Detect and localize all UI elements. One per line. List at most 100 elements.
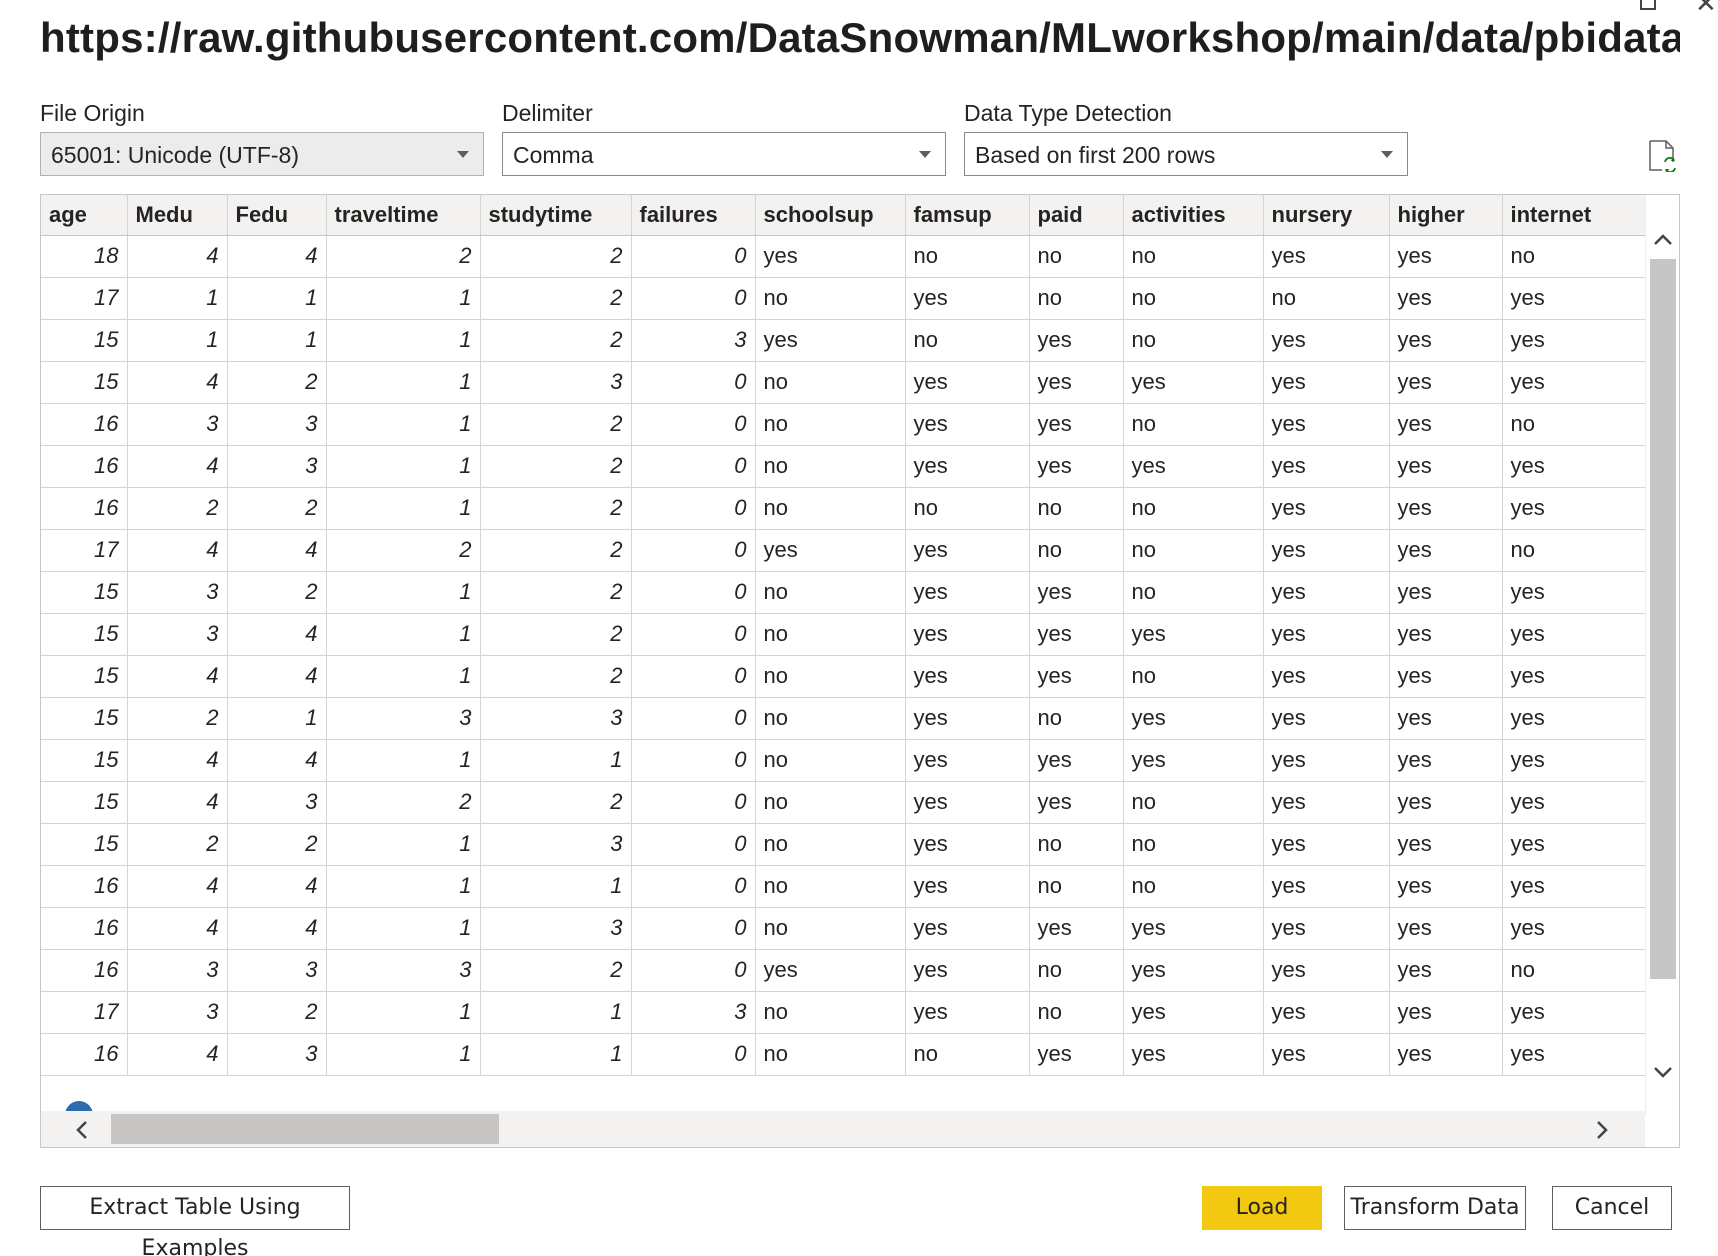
table-cell: 3 [480,907,632,950]
table-cell: yes [1123,907,1264,950]
table-cell: 1 [480,739,632,782]
column-header-schoolsup[interactable]: schoolsup [755,195,906,236]
table-cell: yes [1029,445,1124,488]
extract-table-using-examples-button[interactable]: Extract Table Using Examples [40,1186,350,1256]
cancel-button[interactable]: Cancel [1552,1186,1672,1230]
table-cell: yes [1263,529,1390,572]
table-cell: 0 [631,907,756,950]
chevron-down-icon[interactable] [1652,1061,1674,1083]
table-header-row: age Medu Fedu traveltime studytime failures sc… [41,195,1646,236]
data-type-detection-value: Based on first 200 rows [975,142,1216,168]
table-cell: yes [1389,781,1503,824]
table-cell: 0 [631,529,756,572]
table-cell: 2 [227,991,327,1034]
table-cell: no [905,319,1030,362]
table-cell: yes [1263,823,1390,866]
file-origin-value: 65001: Unicode (UTF-8) [51,142,299,168]
load-button[interactable]: Load [1202,1186,1322,1230]
data-type-detection-dropdown[interactable]: Based on first 200 rows [964,132,1408,176]
column-header-medu[interactable]: Medu [127,195,228,236]
table-cell: yes [1263,445,1390,488]
column-header-fedu[interactable]: Fedu [227,195,327,236]
table-cell: yes [755,235,906,278]
table-cell: yes [1029,781,1124,824]
table-cell: 4 [127,529,228,572]
file-origin-dropdown[interactable]: 65001: Unicode (UTF-8) [40,132,484,176]
table-row: 15 4 3 2 2 0 no yes yes no yes yes yes [41,781,1646,824]
preview-grid[interactable]: age Medu Fedu traveltime studytime failures sc… [40,194,1680,1148]
column-header-failures[interactable]: failures [631,195,756,236]
table-cell: no [1123,571,1264,614]
table-cell: yes [905,361,1030,404]
table-cell: 2 [227,361,327,404]
horizontal-scrollbar[interactable] [41,1111,1645,1147]
table-cell: yes [1123,613,1264,656]
horizontal-scroll-thumb[interactable] [111,1114,499,1144]
vertical-scrollbar[interactable] [1645,195,1679,1115]
table-cell: 1 [326,487,481,530]
table-cell: yes [1123,445,1264,488]
table-cell: 0 [631,949,756,992]
table-cell: no [755,277,906,320]
delimiter-dropdown[interactable]: Comma [502,132,946,176]
table-cell: yes [1263,571,1390,614]
table-cell: 1 [326,403,481,446]
table-cell: yes [1029,1033,1124,1076]
column-header-paid[interactable]: paid [1029,195,1124,236]
table-cell: 3 [227,949,327,992]
table-cell: 1 [227,277,327,320]
table-cell: 2 [480,655,632,698]
column-header-famsup[interactable]: famsup [905,195,1030,236]
table-cell: 1 [480,865,632,908]
column-header-studytime[interactable]: studytime [480,195,632,236]
column-header-age[interactable]: age [41,195,128,236]
vertical-scroll-thumb[interactable] [1650,259,1676,979]
table-cell: yes [1502,445,1646,488]
table-cell: no [755,991,906,1034]
table-cell: 3 [326,697,481,740]
table-row: 16 4 3 1 2 0 no yes yes yes yes yes yes [41,445,1646,488]
column-header-activities[interactable]: activities [1123,195,1264,236]
table-row: 16 3 3 1 2 0 no yes yes no yes yes no [41,403,1646,446]
column-header-internet[interactable]: internet [1502,195,1646,236]
table-cell: 15 [41,613,128,656]
table-cell: 15 [41,781,128,824]
chevron-right-icon[interactable] [1591,1119,1613,1141]
transform-data-button[interactable]: Transform Data [1344,1186,1526,1230]
table-cell: yes [1029,655,1124,698]
table-cell: 0 [631,781,756,824]
table-cell: 0 [631,739,756,782]
table-cell: yes [755,949,906,992]
data-type-detection-label: Data Type Detection [964,100,1172,126]
table-cell: 17 [41,277,128,320]
table-cell: no [755,907,906,950]
table-cell: 1 [326,907,481,950]
chevron-up-icon[interactable] [1652,229,1674,251]
table-cell: 2 [480,277,632,320]
table-cell: 3 [127,991,228,1034]
table-cell: yes [1389,1033,1503,1076]
table-row: 16 4 4 1 3 0 no yes yes yes yes yes yes [41,907,1646,950]
table-cell: 2 [227,571,327,614]
column-header-nursery[interactable]: nursery [1263,195,1390,236]
table-cell: yes [1389,907,1503,950]
table-cell: yes [1123,1033,1264,1076]
table-cell: 3 [127,613,228,656]
table-cell: no [755,781,906,824]
table-cell: 1 [326,991,481,1034]
column-header-traveltime[interactable]: traveltime [326,195,481,236]
close-icon[interactable]: ✕ [1695,0,1717,19]
table-cell: yes [905,403,1030,446]
table-cell: 0 [631,697,756,740]
refresh-file-icon[interactable] [1648,140,1676,172]
maximize-icon[interactable] [1640,0,1656,10]
table-cell: yes [1263,613,1390,656]
table-cell: 15 [41,319,128,362]
table-cell: yes [1389,823,1503,866]
column-header-higher[interactable]: higher [1389,195,1503,236]
table-cell: 17 [41,529,128,572]
chevron-left-icon[interactable] [71,1119,93,1141]
table-cell: no [1123,319,1264,362]
table-cell: 2 [480,445,632,488]
table-cell: no [1502,949,1646,992]
